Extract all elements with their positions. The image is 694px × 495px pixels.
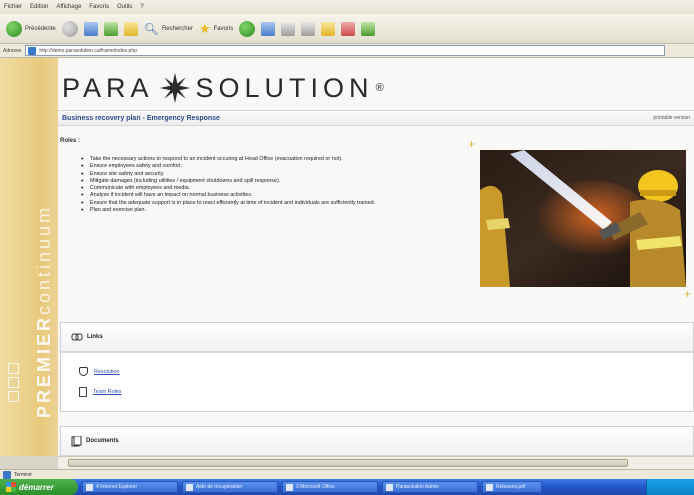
- app-icon: [186, 483, 193, 491]
- document-icon: [79, 387, 87, 397]
- logo-registered-mark: ®: [375, 82, 384, 94]
- taskbar-item[interactable]: 4 Internet Explorer: [82, 481, 178, 493]
- messenger-icon[interactable]: [341, 21, 356, 36]
- side-brand-text: PREMIERcontinuum: [34, 205, 55, 418]
- search-icon: 🔍︎: [143, 21, 159, 36]
- firefighter-photo: [480, 150, 686, 287]
- documents-icon: [71, 435, 82, 446]
- mail-icon[interactable]: [261, 21, 276, 36]
- app-icon: [86, 483, 93, 491]
- favorites-button-label: Favoris: [213, 25, 234, 32]
- address-url: http://demo.parasolution.ca/frame/index.…: [39, 47, 137, 54]
- star-icon: ★: [198, 21, 211, 36]
- link-chain-icon: [71, 333, 83, 341]
- history-icon[interactable]: [239, 20, 256, 37]
- menu-favorites[interactable]: Favoris: [89, 4, 109, 10]
- forward-button[interactable]: [61, 20, 78, 37]
- printable-version-link[interactable]: printable version: [653, 115, 690, 121]
- status-text: Terminé: [14, 471, 32, 478]
- print-icon[interactable]: [281, 21, 296, 36]
- documents-panel-title: Documents: [86, 438, 119, 444]
- taskbar-item[interactable]: Aide de récupération: [182, 481, 278, 493]
- taskbar-item[interactable]: Parasolution Admin: [382, 481, 478, 493]
- back-arrow-icon: [6, 20, 22, 37]
- back-button[interactable]: Précédente: [6, 20, 56, 37]
- link-resolution[interactable]: Resolution: [79, 367, 119, 376]
- taskbar-item[interactable]: 3 Microsoft Office: [282, 481, 378, 493]
- stop-icon[interactable]: [83, 21, 98, 36]
- menu-view[interactable]: Affichage: [56, 4, 81, 10]
- status-bar: Terminé: [0, 469, 694, 479]
- logo-burst-icon: [159, 72, 190, 104]
- windows-taskbar: démarrer 4 Internet Explorer Aide de réc…: [0, 479, 694, 495]
- search-button[interactable]: 🔍︎ Rechercher: [144, 23, 193, 35]
- list-item: Plan and exercise plan.: [81, 207, 466, 215]
- app-icon: [386, 483, 393, 491]
- menu-edit[interactable]: Edition: [30, 4, 48, 10]
- logo-text-para: PARA: [62, 72, 154, 103]
- links-panel-title: Links: [87, 334, 103, 340]
- start-button-label: démarrer: [19, 482, 54, 492]
- system-tray[interactable]: [646, 479, 694, 495]
- taskbar-item-label: Releases.pdf: [496, 484, 526, 490]
- list-item: Ensure that the adequate support is in p…: [81, 200, 466, 208]
- taskbar-item-label: Aide de récupération: [196, 484, 243, 490]
- back-button-label: Précédente: [25, 25, 56, 32]
- list-item: Take the necessary actions to respond to…: [81, 156, 466, 164]
- menu-bar: Fichier Edition Affichage Favoris Outils…: [0, 0, 694, 14]
- edit-icon[interactable]: [301, 21, 316, 36]
- page-icon: [28, 46, 37, 55]
- page-title-bar: Business recovery plan - Emergency Respo…: [58, 110, 694, 126]
- documents-panel-header: Documents: [61, 427, 693, 456]
- page-title: Business recovery plan - Emergency Respo…: [62, 114, 220, 122]
- menu-file[interactable]: Fichier: [4, 4, 22, 10]
- app-icon: [286, 483, 293, 491]
- menu-help[interactable]: ?: [140, 4, 143, 10]
- link-resolution-label[interactable]: Resolution: [94, 369, 119, 375]
- documents-panel: Documents: [60, 426, 694, 456]
- menu-tools[interactable]: Outils: [117, 4, 132, 10]
- horizontal-scrollbar[interactable]: [58, 456, 694, 469]
- favorites-button[interactable]: ★ Favoris: [199, 22, 233, 35]
- alarm-icon: [79, 367, 88, 376]
- plus-decoration-icon: +: [684, 287, 692, 301]
- link-team-roles-label[interactable]: Team Roles: [93, 389, 121, 395]
- list-item: Ensure employees safety and comfort.: [81, 163, 466, 171]
- scrollbar-thumb[interactable]: [68, 459, 628, 467]
- side-brand-bold: PREMIER: [34, 314, 54, 418]
- logo-text-solution: SOLUTION: [195, 72, 374, 103]
- parasolution-logo: PARA SOLUTION ®: [62, 68, 384, 108]
- list-item: Analyze if incident will have an impact …: [81, 192, 466, 200]
- duties-list: Take the necessary actions to respond to…: [81, 156, 466, 215]
- address-bar: Adresse http://demo.parasolution.ca/fram…: [0, 44, 694, 58]
- plus-decoration-icon: +: [468, 137, 476, 151]
- roles-heading: Roles :: [60, 138, 81, 144]
- refresh-icon[interactable]: [103, 21, 118, 36]
- app-icon: [486, 483, 493, 491]
- taskbar-item[interactable]: Releases.pdf: [482, 481, 542, 493]
- side-brand-light: continuum: [34, 204, 54, 315]
- taskbar-item-label: Parasolution Admin: [396, 484, 440, 490]
- home-icon[interactable]: [123, 21, 138, 36]
- links-panel-header: Links: [61, 323, 693, 353]
- tools-icon[interactable]: [361, 21, 376, 36]
- start-button[interactable]: démarrer: [0, 479, 78, 495]
- browser-toolbar: Précédente 🔍︎ Rechercher ★ Favoris: [0, 14, 694, 44]
- search-button-label: Rechercher: [161, 25, 193, 32]
- side-brand-band: PREMIERcontinuum: [0, 58, 58, 456]
- taskbar-item-label: 3 Microsoft Office: [296, 484, 335, 490]
- link-team-roles[interactable]: Team Roles: [79, 387, 121, 397]
- page-status-icon: [3, 470, 11, 479]
- links-panel: Links Resolution Team Roles: [60, 322, 694, 412]
- windows-logo-icon: [6, 482, 16, 492]
- list-item: Mitigate damages (including utilities / …: [81, 178, 466, 186]
- list-item: Ensure site safety and security.: [81, 171, 466, 179]
- band-squares-decoration: [8, 363, 22, 402]
- address-label: Adresse: [3, 47, 22, 54]
- address-input[interactable]: http://demo.parasolution.ca/frame/index.…: [25, 45, 666, 56]
- folder-icon[interactable]: [321, 21, 336, 36]
- web-page: PREMIERcontinuum PARA SOLUTION ® Busines…: [0, 58, 694, 456]
- taskbar-item-label: 4 Internet Explorer: [96, 484, 138, 490]
- list-item: Communicate with employees and media.: [81, 185, 466, 193]
